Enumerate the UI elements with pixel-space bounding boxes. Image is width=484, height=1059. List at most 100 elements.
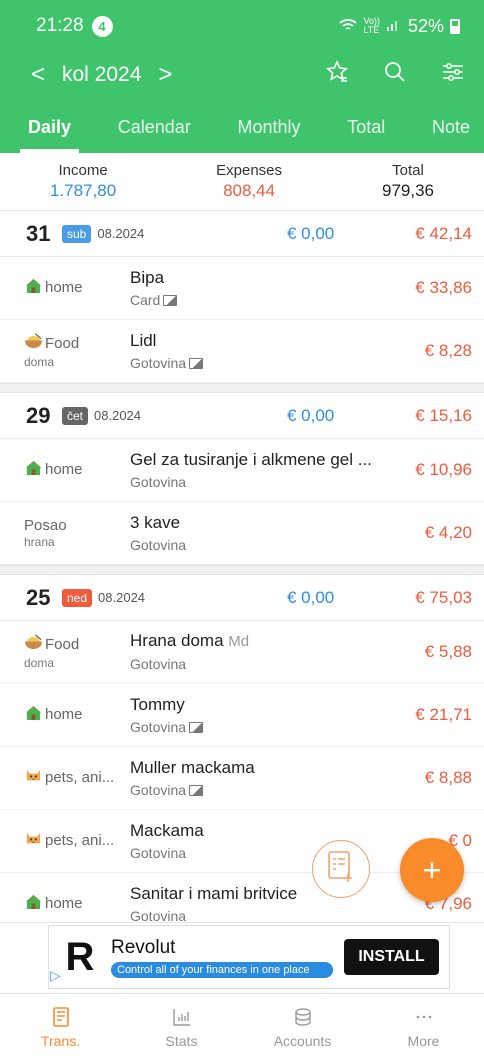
transaction-amount: € 4,20: [424, 523, 472, 542]
transaction-row[interactable]: Food doma Hrana doma Md Gotovina € 5,88: [0, 621, 484, 684]
header: 21:28 4 Vo)) LTE 52% < kol 2024 > Daily …: [0, 0, 484, 153]
category: Food doma: [24, 333, 130, 369]
status-time: 21:28: [36, 15, 84, 36]
wifi-icon: [339, 16, 358, 37]
ad-choices-icon[interactable]: ▷: [50, 967, 61, 984]
category: home: [24, 893, 130, 915]
bottom-nav-accounts[interactable]: Accounts: [242, 994, 363, 1059]
notification-count-badge: 4: [91, 15, 113, 37]
prev-month-button[interactable]: <: [24, 61, 52, 89]
tab-total[interactable]: Total: [347, 101, 385, 153]
ad-text: Revolut Control all of your finances in …: [111, 937, 333, 978]
bottom-nav-accounts-label: Accounts: [273, 1032, 332, 1049]
transaction-amount: € 8,88: [424, 768, 472, 787]
bookmark-star-icon[interactable]: [324, 59, 350, 90]
transaction-amount: € 5,88: [424, 642, 472, 661]
transaction-row[interactable]: Posao hrana 3 kave Gotovina € 4,20: [0, 502, 484, 565]
bottom-nav-more[interactable]: More: [363, 994, 484, 1059]
transaction-row[interactable]: Food doma Lidl Gotovina € 8,28: [0, 320, 484, 383]
income-value: 1.787,80: [49, 181, 117, 200]
tab-note[interactable]: Note: [432, 101, 470, 153]
next-month-button[interactable]: >: [151, 61, 179, 89]
bottom-nav: Trans. Stats Accounts More: [0, 993, 484, 1059]
tab-monthly[interactable]: Monthly: [237, 101, 300, 153]
category-name: Food: [45, 334, 80, 352]
income-label: Income: [58, 162, 108, 179]
photo-attachment-icon: [163, 295, 178, 307]
subcategory: doma: [24, 655, 55, 670]
day-separator: [0, 565, 484, 575]
category: home: [24, 704, 130, 726]
month-year: 08.2024: [98, 590, 146, 605]
month-year: 08.2024: [97, 226, 145, 241]
transaction-row[interactable]: home Tommy Gotovina € 21,71: [0, 684, 484, 747]
add-note-button[interactable]: [312, 840, 370, 898]
day-header[interactable]: 25 ned 08.2024 € 0,00 € 75,03: [0, 575, 484, 621]
more-dots-icon: [416, 1015, 431, 1018]
transaction-row[interactable]: home Bipa Card € 33,86: [0, 257, 484, 320]
transaction-details: 3 kave Gotovina: [130, 512, 402, 555]
transaction-details: Gel za tusiranje i alkmene gel ... Gotovi…: [130, 449, 402, 492]
cat-face-icon: [24, 767, 43, 789]
signal-icon: [386, 16, 402, 37]
volte-indicator: Vo)) LTE: [363, 16, 380, 35]
current-month[interactable]: kol 2024: [62, 63, 141, 87]
expenses-summary: Expenses 808,44: [216, 162, 282, 201]
status-bar: 21:28 4 Vo)) LTE 52%: [0, 0, 484, 52]
day-header[interactable]: 31 sub 08.2024 € 0,00 € 42,14: [0, 211, 484, 257]
expenses-value: 808,44: [223, 181, 276, 200]
house-icon: [24, 893, 43, 915]
ledger-icon: [52, 1006, 69, 1027]
category-name: pets, ani...: [45, 832, 115, 849]
day-number: 29: [26, 402, 51, 428]
filter-sliders-icon[interactable]: [440, 59, 466, 90]
ad-banner[interactable]: R Revolut Control all of your finances i…: [0, 922, 484, 992]
total-label: Total: [392, 162, 424, 179]
weekday-badge: ned: [62, 588, 93, 607]
battery-percent: 52%: [407, 15, 444, 36]
food-bowl-icon: [24, 634, 43, 656]
ad-box[interactable]: R Revolut Control all of your finances i…: [48, 925, 450, 989]
transaction-list: 31 sub 08.2024 € 0,00 € 42,14 home Bipa Card € 3…: [0, 211, 484, 936]
day-header[interactable]: 29 čet 08.2024 € 0,00 € 15,16: [0, 393, 484, 439]
photo-attachment-icon: [189, 785, 204, 797]
transaction-details: Lidl Gotovina: [130, 330, 402, 373]
tab-daily[interactable]: Daily: [19, 101, 80, 153]
transaction-title: Sanitar i mami britvice: [130, 883, 298, 903]
category: pets, ani...: [24, 767, 130, 789]
transaction-amount: € 21,71: [415, 705, 472, 724]
day-income: € 0,00: [287, 223, 335, 243]
transaction-row[interactable]: home Gel za tusiranje i alkmene gel ... Go…: [0, 439, 484, 502]
food-bowl-icon: [24, 333, 43, 355]
transaction-title: Gel za tusiranje i alkmene gel ...: [130, 449, 372, 469]
weekday-badge: čet: [62, 406, 89, 425]
add-transaction-button[interactable]: +: [400, 838, 464, 902]
category-name: home: [45, 461, 83, 478]
account-name: Card: [130, 291, 161, 308]
bottom-nav-more-label: More: [407, 1032, 440, 1049]
battery-icon: [450, 18, 460, 34]
total-value: 979,36: [381, 181, 434, 200]
account-name: Gotovina: [130, 536, 187, 553]
transaction-row[interactable]: pets, ani... Muller mackama Gotovina € 8,88: [0, 747, 484, 810]
transaction-title: Lidl: [130, 330, 157, 350]
ad-tagline: Control all of your finances in one plac…: [111, 961, 333, 978]
transaction-amount: € 33,86: [415, 278, 472, 297]
day-number: 25: [26, 584, 51, 610]
transaction-title: Mackama: [130, 820, 204, 840]
ad-install-button[interactable]: INSTALL: [344, 939, 439, 975]
bottom-nav-trans[interactable]: Trans.: [0, 994, 121, 1059]
note-add-icon: [326, 850, 356, 889]
transaction-details: Hrana doma Md Gotovina: [130, 630, 402, 673]
bottom-nav-stats[interactable]: Stats: [121, 994, 242, 1059]
search-icon[interactable]: [382, 59, 408, 90]
photo-attachment-icon: [189, 722, 204, 734]
plus-icon: +: [422, 851, 442, 888]
month-nav: < kol 2024 >: [0, 52, 484, 97]
subcategory: doma: [24, 354, 55, 369]
tab-calendar[interactable]: Calendar: [118, 101, 191, 153]
expenses-label: Expenses: [216, 162, 283, 179]
app-screen: 21:28 4 Vo)) LTE 52% < kol 2024 > Daily …: [0, 0, 484, 1059]
account-name: Gotovina: [130, 473, 187, 490]
ad-logo: R: [65, 934, 95, 979]
